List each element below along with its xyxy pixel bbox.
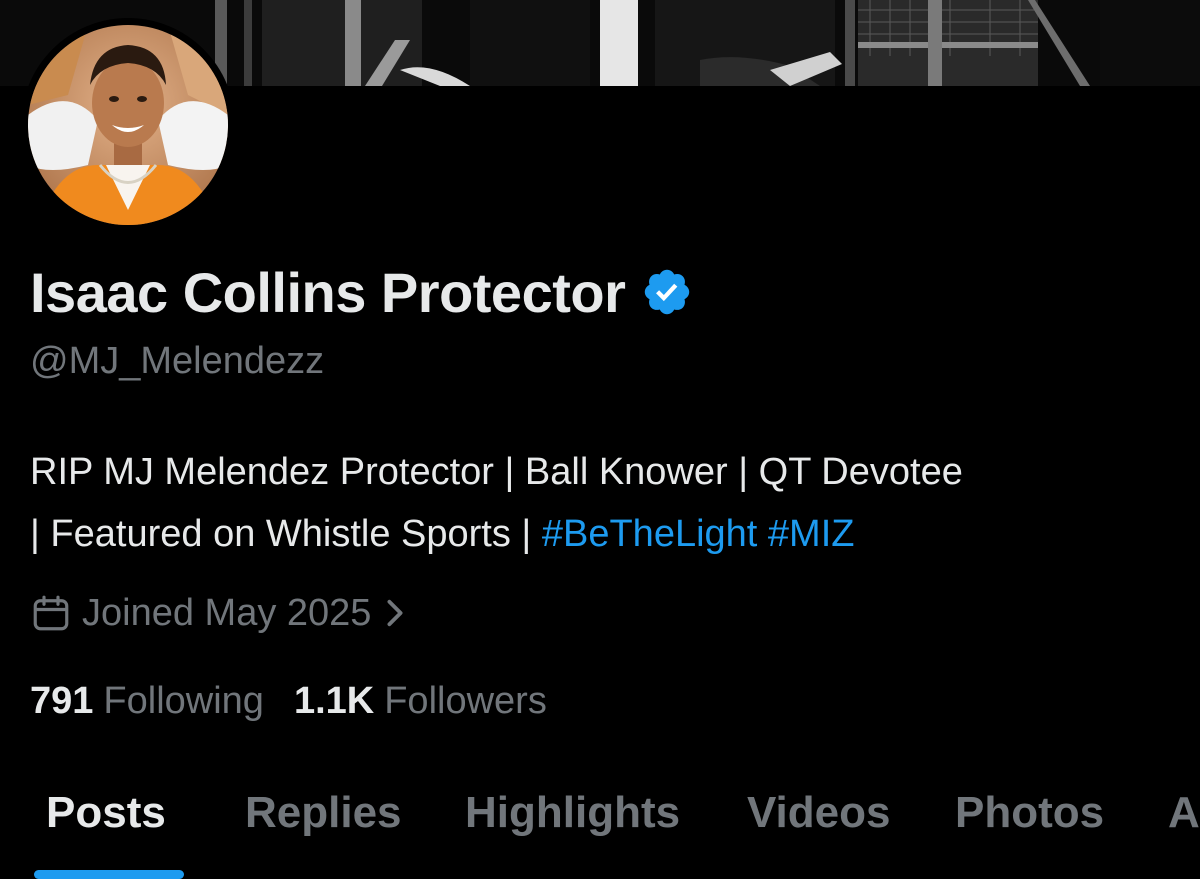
active-tab-indicator: [34, 870, 184, 879]
tab-highlights[interactable]: Highlights: [465, 788, 680, 838]
avatar-photo: [28, 25, 228, 225]
calendar-icon: [33, 595, 69, 631]
following-label: Following: [103, 679, 264, 722]
follow-stats: 791 Following 1.1K Followers: [30, 676, 547, 726]
bio-line-2-text: | Featured on Whistle Sports |: [30, 513, 542, 555]
chevron-right-icon: [387, 599, 403, 627]
verified-badge-icon[interactable]: [641, 266, 693, 318]
profile-tabs: Posts Replies Highlights Videos Photos A: [0, 770, 1200, 879]
following-link[interactable]: 791 Following: [30, 680, 264, 723]
profile-bio: RIP MJ Melendez Protector | Ball Knower …: [30, 441, 1190, 565]
bio-line-1: RIP MJ Melendez Protector | Ball Knower …: [30, 451, 963, 493]
followers-count: 1.1K: [293, 679, 375, 722]
hashtag-link[interactable]: #BeTheLight: [542, 513, 758, 555]
followers-label: Followers: [384, 679, 547, 722]
joined-date: Joined May 2025: [82, 591, 372, 634]
profile-handle: @MJ_Melendezz: [30, 340, 325, 382]
display-name-row: Isaac Collins Protector: [30, 252, 693, 332]
joined-date-row[interactable]: Joined May 2025: [30, 585, 415, 641]
tab-posts[interactable]: Posts: [46, 788, 166, 838]
display-name: Isaac Collins Protector: [30, 260, 626, 324]
tab-photos[interactable]: Photos: [955, 788, 1104, 838]
hashtag-link[interactable]: #MIZ: [768, 513, 855, 555]
tab-videos[interactable]: Videos: [747, 788, 890, 838]
profile-avatar[interactable]: [21, 18, 235, 232]
tab-replies[interactable]: Replies: [245, 788, 402, 838]
following-count: 791: [30, 679, 94, 722]
bio-line-2: | Featured on Whistle Sports | #BeTheLig…: [30, 503, 1190, 565]
followers-link[interactable]: 1.1K Followers: [294, 680, 547, 723]
tab-articles[interactable]: A: [1168, 788, 1200, 838]
